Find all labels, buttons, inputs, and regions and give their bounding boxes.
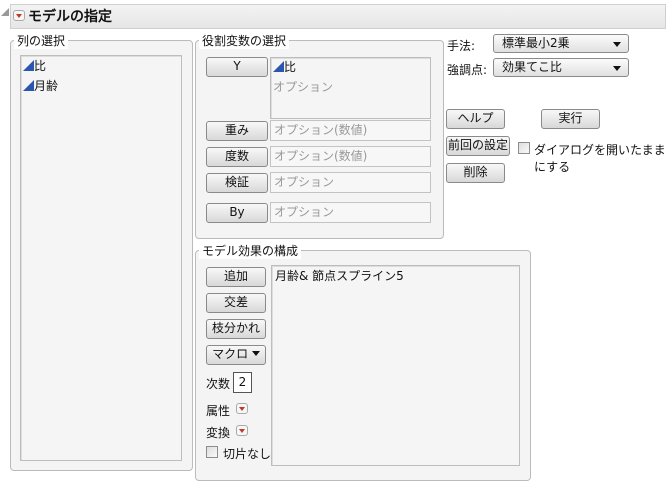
add-button[interactable]: 追加 xyxy=(206,267,266,287)
emphasis-dropdown[interactable]: 効果てこ比 xyxy=(493,58,629,77)
attributes-menu-icon[interactable] xyxy=(236,403,248,414)
y-button[interactable]: Y xyxy=(206,57,268,77)
attributes-label: 属性 xyxy=(206,404,231,418)
help-button[interactable]: ヘルプ xyxy=(446,109,505,129)
emphasis-label: 強調点: xyxy=(447,63,488,77)
keep-open-label: ダイアログを開いたままにする xyxy=(534,143,666,174)
validation-field[interactable]: オプション xyxy=(270,172,431,193)
list-item[interactable]: 比 xyxy=(23,58,179,74)
dropdown-arrow-icon xyxy=(251,351,260,356)
y-list[interactable]: 比 オプション xyxy=(270,57,431,119)
list-item[interactable]: 比 xyxy=(273,59,428,75)
transform-label: 変換 xyxy=(206,426,231,440)
remove-button[interactable]: 削除 xyxy=(446,163,505,183)
keep-open-checkbox[interactable] xyxy=(518,142,530,154)
role-label: 役割変数の選択 xyxy=(199,32,290,49)
weight-field[interactable]: オプション(数値) xyxy=(270,120,431,141)
method-label: 手法: xyxy=(447,39,476,53)
transform-menu-icon[interactable] xyxy=(236,425,248,436)
page-title: モデルの指定 xyxy=(28,9,112,25)
run-button[interactable]: 実行 xyxy=(541,109,600,129)
validation-button[interactable]: 検証 xyxy=(206,173,268,193)
red-triangle-menu-icon[interactable] xyxy=(13,10,25,21)
effects-list[interactable]: 月齢& 節点スプライン5 xyxy=(271,265,520,466)
outline-disclosure-icon[interactable] xyxy=(1,8,9,16)
list-item[interactable]: 月齢& 節点スプライン5 xyxy=(275,268,516,284)
freq-field[interactable]: オプション(数値) xyxy=(270,146,431,167)
continuous-icon xyxy=(23,60,34,71)
cross-button[interactable]: 交差 xyxy=(206,293,266,313)
no-intercept-label: 切片なし xyxy=(223,447,272,461)
degree-input[interactable]: 2 xyxy=(233,372,252,393)
y-placeholder: オプション xyxy=(273,80,334,94)
method-dropdown[interactable]: 標準最小2乗 xyxy=(493,34,629,53)
by-button[interactable]: By xyxy=(206,203,268,223)
continuous-icon xyxy=(273,61,284,72)
by-field[interactable]: オプション xyxy=(270,202,431,223)
weight-button[interactable]: 重み xyxy=(206,121,268,141)
continuous-icon xyxy=(23,80,34,91)
column-selection-label: 列の選択 xyxy=(14,32,69,49)
no-intercept-checkbox[interactable] xyxy=(206,446,218,458)
macros-button[interactable]: マクロ xyxy=(206,345,266,365)
degree-label: 次数 xyxy=(206,377,231,391)
column-list[interactable]: 比 月齢 xyxy=(20,55,182,461)
model-effects-label: モデル効果の構成 xyxy=(199,242,302,259)
freq-button[interactable]: 度数 xyxy=(206,147,268,167)
list-item[interactable]: 月齢 xyxy=(23,78,179,94)
nest-button[interactable]: 枝分かれ xyxy=(206,319,266,339)
recall-button[interactable]: 前回の設定 xyxy=(446,136,510,156)
